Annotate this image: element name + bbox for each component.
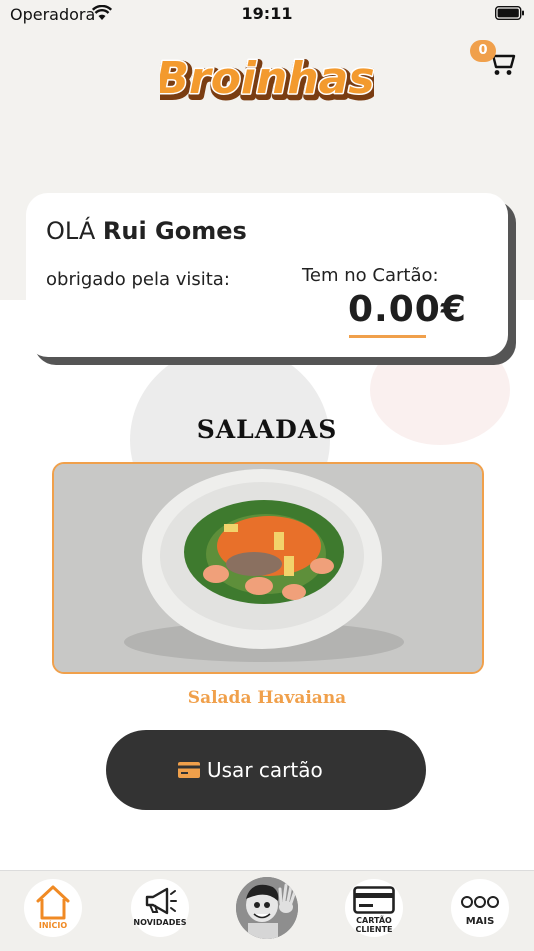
product-image[interactable]: [52, 462, 484, 674]
credit-card-icon: [178, 762, 200, 778]
loyalty-card: OLÁ Rui Gomes obrigado pela visita: Tem …: [26, 193, 508, 357]
greeting-prefix: OLÁ: [46, 217, 96, 245]
tab-cartao-label-1: CARTÃO: [356, 916, 392, 925]
balance-label: Tem no Cartão:: [302, 265, 439, 286]
section-title: SALADAS: [196, 415, 338, 444]
balance-underline: [349, 335, 426, 338]
tab-mais[interactable]: MAIS: [451, 879, 509, 937]
megaphone-icon: [145, 887, 177, 915]
tab-bar: INÍCIO NOVIDADES CARTÃO CLIENTE MAIS: [0, 870, 534, 951]
use-card-label: Usar cartão: [207, 758, 323, 782]
product-name[interactable]: Salada Havaiana: [0, 688, 534, 708]
tab-inicio[interactable]: INÍCIO: [24, 879, 82, 937]
logo-text: Broinhas: [160, 53, 374, 104]
tab-cartao-label-2: CLIENTE: [355, 925, 393, 934]
salad-photo: [54, 464, 482, 672]
broinhas-logo: Broinhas Broinhas: [160, 52, 374, 112]
clock: 19:11: [241, 4, 293, 23]
tab-novidades[interactable]: NOVIDADES: [131, 879, 189, 937]
cart-count-badge[interactable]: 0: [470, 40, 496, 62]
tab-novidades-label: NOVIDADES: [133, 918, 187, 927]
more-icon: [461, 896, 499, 908]
battery-icon: [495, 6, 524, 20]
mascot-avatar: [236, 877, 298, 939]
card-icon: [353, 886, 395, 914]
tab-mais-label: MAIS: [465, 916, 495, 927]
greeting: OLÁ Rui Gomes: [46, 217, 247, 245]
user-name: Rui Gomes: [102, 217, 247, 245]
use-card-button[interactable]: Usar cartão: [106, 730, 426, 810]
balance-value: 0.00€: [348, 289, 467, 330]
tab-cartao-cliente[interactable]: CARTÃO CLIENTE: [345, 879, 403, 937]
tab-mascot[interactable]: [236, 877, 298, 939]
tab-inicio-label: INÍCIO: [38, 921, 68, 930]
thanks-text: obrigado pela visita:: [46, 269, 230, 290]
status-bar: Operadora 19:11: [0, 0, 534, 30]
home-icon: [36, 885, 70, 920]
